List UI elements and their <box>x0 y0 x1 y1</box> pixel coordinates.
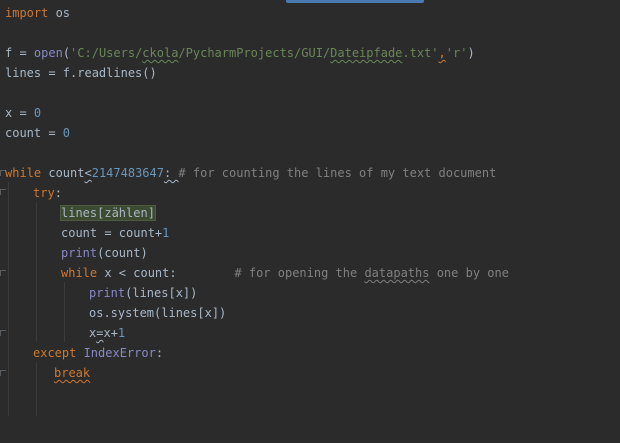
code-text: count <box>41 166 85 180</box>
code-line: print(count) <box>0 243 620 263</box>
code-text: x < count: <box>97 266 177 280</box>
comment-typo: datapaths <box>364 266 430 280</box>
number-literal: 1 <box>117 326 126 340</box>
code-text: x = <box>5 106 34 120</box>
fold-marker-icon[interactable] <box>0 270 6 276</box>
fold-marker-icon[interactable] <box>0 330 6 336</box>
highlighted-expression: lines[zählen] <box>60 205 156 221</box>
code-line: count = 0 <box>0 123 620 143</box>
builtin-exception: IndexError <box>76 346 156 360</box>
fold-marker-icon[interactable] <box>0 370 6 376</box>
code-text: ) <box>467 46 475 60</box>
code-text: count = <box>5 126 63 140</box>
keyword-while: while <box>5 166 42 180</box>
code-line: print(lines[x]) <box>0 283 620 303</box>
code-text: lines = f.readlines() <box>5 66 157 80</box>
string-literal: 'r' <box>445 46 468 60</box>
code-text: : <box>54 186 62 200</box>
operator: < <box>84 166 92 180</box>
code-line: try: <box>0 183 620 203</box>
number-literal: 2147483647 <box>91 166 164 180</box>
code-line: break <box>0 363 620 383</box>
module-name: os <box>48 6 71 20</box>
string-literal: /PycharmProjects/GUI/ <box>178 46 331 60</box>
code-text: f = <box>5 46 34 60</box>
code-line: f = open('C:/Users/ckola/PycharmProjects… <box>0 43 620 63</box>
number-literal: 1 <box>162 226 170 240</box>
builtin-open: open <box>33 46 63 60</box>
code-line: import os <box>0 3 620 23</box>
number-literal: 0 <box>33 106 42 120</box>
keyword-try: try <box>33 186 55 200</box>
code-text: count = count+ <box>61 226 163 240</box>
code-line: except IndexError: <box>0 343 620 363</box>
comment: one by one <box>429 266 509 280</box>
comment: # for counting the lines of my text docu… <box>178 166 497 180</box>
builtin-print: print <box>61 246 98 260</box>
code-line: x=x+1 <box>0 323 620 343</box>
number-literal: 0 <box>62 126 71 140</box>
keyword-break: break <box>54 366 91 380</box>
builtin-print: print <box>89 286 126 300</box>
code-line: lines = f.readlines() <box>0 63 620 83</box>
keyword-except: except <box>33 346 77 360</box>
fold-marker-icon[interactable] <box>0 189 6 195</box>
code-text: ( <box>62 46 71 60</box>
code-line: os.system(lines[x]) <box>0 303 620 323</box>
code-line: x = 0 <box>0 103 620 123</box>
code-text: os.system(lines[x]) <box>89 306 227 320</box>
code-line: while x < count: # for opening the datap… <box>0 263 620 283</box>
string-literal-typo: ckola <box>142 46 179 60</box>
code-line: lines[zählen] <box>0 203 620 223</box>
keyword-import: import <box>5 6 49 20</box>
code-text: (count) <box>97 246 148 260</box>
keyword-while: while <box>61 266 98 280</box>
code-editor[interactable]: import os f = open('C:/Users/ckola/Pycha… <box>0 0 620 416</box>
string-literal-typo: Dateipfade <box>330 46 403 60</box>
code-line: while count<2147483647: # for counting t… <box>0 163 620 183</box>
comment: # for opening the <box>234 266 365 280</box>
string-literal: .txt' <box>402 46 439 60</box>
code-text: : <box>163 166 179 180</box>
code-text: (lines[x]) <box>125 286 198 300</box>
string-literal: 'C:/Users/ <box>70 46 143 60</box>
code-text: : <box>155 346 164 360</box>
code-line: count = count+1 <box>0 223 620 243</box>
comma: , <box>438 46 446 60</box>
code-text: x+ <box>103 326 118 340</box>
